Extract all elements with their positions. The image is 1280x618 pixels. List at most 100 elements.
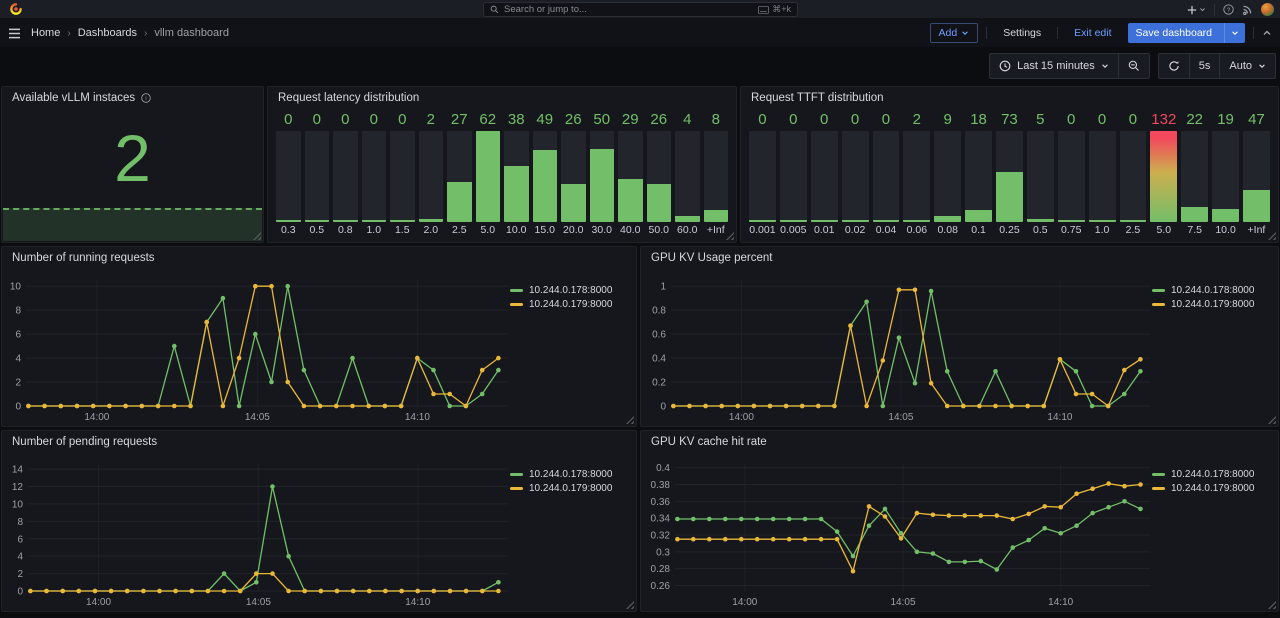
- bar-bucket-2.5[interactable]: 02.5: [1120, 111, 1147, 238]
- bar-bucket-label: 10.0: [1212, 222, 1239, 238]
- svg-text:0.26: 0.26: [651, 581, 671, 592]
- bar-bucket-2.0[interactable]: 22.0: [419, 111, 444, 238]
- exit-edit-button[interactable]: Exit edit: [1066, 23, 1119, 43]
- bar-fill: [590, 149, 615, 222]
- zoom-out-button[interactable]: [1118, 54, 1149, 78]
- add-button[interactable]: Add: [930, 23, 979, 43]
- search-input[interactable]: Search or jump to... ⌘+k: [483, 2, 798, 17]
- legend-item-10.244.0.179:8000[interactable]: 10.244.0.179:8000: [510, 483, 632, 494]
- bar-bucket-15.0[interactable]: 4915.0: [533, 111, 558, 238]
- panel-title[interactable]: Request TTFT distribution: [751, 92, 884, 104]
- grafana-logo[interactable]: [8, 2, 23, 17]
- panel-title[interactable]: Number of pending requests: [12, 436, 157, 448]
- bar-bucket-0.5[interactable]: 00.5: [305, 111, 330, 238]
- timeseries-plot[interactable]: 00.20.40.60.8114:0014:0514:10: [645, 269, 1152, 424]
- bar-bucket-30.0[interactable]: 5030.0: [590, 111, 615, 238]
- svg-text:10: 10: [10, 282, 22, 293]
- timeseries-plot[interactable]: 0246810121414:0014:0514:10: [6, 453, 510, 609]
- save-options-button[interactable]: [1224, 23, 1245, 43]
- bar-bucket-0.25[interactable]: 730.25: [996, 111, 1023, 238]
- search-placeholder: Search or jump to...: [504, 4, 753, 15]
- bar-bucket-60.0[interactable]: 460.0: [675, 111, 700, 238]
- bar-track: [305, 131, 330, 222]
- panel-title[interactable]: GPU KV Usage percent: [651, 252, 772, 264]
- settings-button[interactable]: Settings: [995, 23, 1049, 43]
- bar-bucket-0.04[interactable]: 00.04: [873, 111, 900, 238]
- time-range-picker[interactable]: Last 15 minutes: [990, 54, 1118, 78]
- legend-item-10.244.0.178:8000[interactable]: 10.244.0.178:8000: [1152, 285, 1274, 296]
- bar-bucket-2.5[interactable]: 272.5: [447, 111, 472, 238]
- bar-gauge[interactable]: 00.300.500.801.001.522.0272.5625.03810.0…: [276, 111, 728, 238]
- bar-fill: [362, 220, 387, 222]
- bar-value: 50: [590, 111, 615, 131]
- legend-item-10.244.0.178:8000[interactable]: 10.244.0.178:8000: [510, 285, 632, 296]
- bar-bucket-40.0[interactable]: 2940.0: [618, 111, 643, 238]
- svg-text:12: 12: [12, 482, 24, 493]
- bar-bucket-5.0[interactable]: 1325.0: [1150, 111, 1177, 238]
- bar-bucket-1.5[interactable]: 01.5: [390, 111, 415, 238]
- panel-info-button[interactable]: i: [141, 93, 151, 103]
- bar-bucket-0.06[interactable]: 20.06: [903, 111, 930, 238]
- bar-bucket-0.02[interactable]: 00.02: [842, 111, 869, 238]
- refresh-button[interactable]: [1159, 54, 1189, 78]
- bar-bucket-20.0[interactable]: 26 20.0: [561, 111, 586, 238]
- bar-bucket-50.0[interactable]: 2650.0: [647, 111, 672, 238]
- svg-text:14: 14: [12, 465, 24, 476]
- bar-bucket-10.0[interactable]: 1910.0: [1212, 111, 1239, 238]
- bar-bucket-0.001[interactable]: 00.001: [749, 111, 776, 238]
- svg-text:10: 10: [12, 499, 24, 510]
- bar-bucket-10.0[interactable]: 3810.0: [504, 111, 529, 238]
- bar-track: [842, 131, 869, 222]
- bar-bucket-0.75[interactable]: 00.75: [1058, 111, 1085, 238]
- help-button[interactable]: ?: [1223, 4, 1234, 15]
- bar-value: 26: [561, 111, 586, 131]
- bar-bucket-5.0[interactable]: 625.0: [476, 111, 501, 238]
- mega-menu-toggle[interactable]: [8, 28, 21, 39]
- panel-title[interactable]: GPU KV cache hit rate: [651, 436, 767, 448]
- bar-value: 18: [965, 111, 992, 131]
- svg-text:8: 8: [17, 517, 23, 528]
- bar-bucket-1.0[interactable]: 01.0: [1089, 111, 1116, 238]
- legend-item-10.244.0.178:8000[interactable]: 10.244.0.178:8000: [1152, 469, 1274, 480]
- panel-title[interactable]: Request latency distribution: [278, 92, 419, 104]
- bar-bucket-+Inf[interactable]: 47+Inf: [1243, 111, 1270, 238]
- save-dashboard-button[interactable]: Save dashboard: [1128, 23, 1245, 43]
- legend-item-10.244.0.179:8000[interactable]: 10.244.0.179:8000: [510, 299, 632, 310]
- bar-bucket-7.5[interactable]: 227.5: [1181, 111, 1208, 238]
- chevron-right-icon: ›: [144, 28, 147, 39]
- breadcrumb-dashboards[interactable]: Dashboards: [78, 27, 137, 39]
- panel-title[interactable]: Available vLLM instaces: [12, 92, 135, 104]
- bar-track: [1120, 131, 1147, 222]
- bar-bucket-+Inf[interactable]: 8+Inf: [704, 111, 729, 238]
- bar-fill: [533, 150, 558, 222]
- legend-item-10.244.0.179:8000[interactable]: 10.244.0.179:8000: [1152, 299, 1274, 310]
- bar-bucket-0.5[interactable]: 50.5: [1027, 111, 1054, 238]
- bar-track: [276, 131, 301, 222]
- chevron-down-icon: [961, 29, 969, 37]
- auto-refresh-picker[interactable]: Auto: [1219, 54, 1275, 78]
- collapse-toolbar-button[interactable]: [1262, 28, 1272, 38]
- refresh-icon: [1168, 60, 1180, 72]
- bar-bucket-0.005[interactable]: 00.005: [780, 111, 807, 238]
- user-avatar[interactable]: [1261, 3, 1274, 16]
- bar-bucket-0.8[interactable]: 00.8: [333, 111, 358, 238]
- bar-bucket-label: 20.0: [561, 222, 586, 238]
- bar-bucket-0.3[interactable]: 00.3: [276, 111, 301, 238]
- bar-bucket-label: +Inf: [1243, 222, 1270, 238]
- bar-fill: [749, 220, 776, 222]
- bar-bucket-0.01[interactable]: 00.01: [811, 111, 838, 238]
- bar-bucket-1.0[interactable]: 01.0: [362, 111, 387, 238]
- bar-track: [1150, 131, 1177, 222]
- bar-bucket-0.1[interactable]: 180.1: [965, 111, 992, 238]
- bar-bucket-label: 1.0: [362, 222, 387, 238]
- timeseries-plot[interactable]: 024681014:0014:0514:10: [6, 269, 510, 424]
- breadcrumb-home[interactable]: Home: [31, 27, 60, 39]
- new-menu-button[interactable]: [1187, 5, 1206, 15]
- timeseries-plot[interactable]: 0.260.280.30.320.340.360.380.414:0014:05…: [645, 453, 1152, 609]
- bar-gauge[interactable]: 00.00100.00500.0100.0200.0420.0690.08180…: [749, 111, 1270, 238]
- panel-title[interactable]: Number of running requests: [12, 252, 155, 264]
- legend-item-10.244.0.179:8000[interactable]: 10.244.0.179:8000: [1152, 483, 1274, 494]
- legend-item-10.244.0.178:8000[interactable]: 10.244.0.178:8000: [510, 469, 632, 480]
- news-button[interactable]: [1242, 4, 1253, 15]
- bar-bucket-0.08[interactable]: 90.08: [934, 111, 961, 238]
